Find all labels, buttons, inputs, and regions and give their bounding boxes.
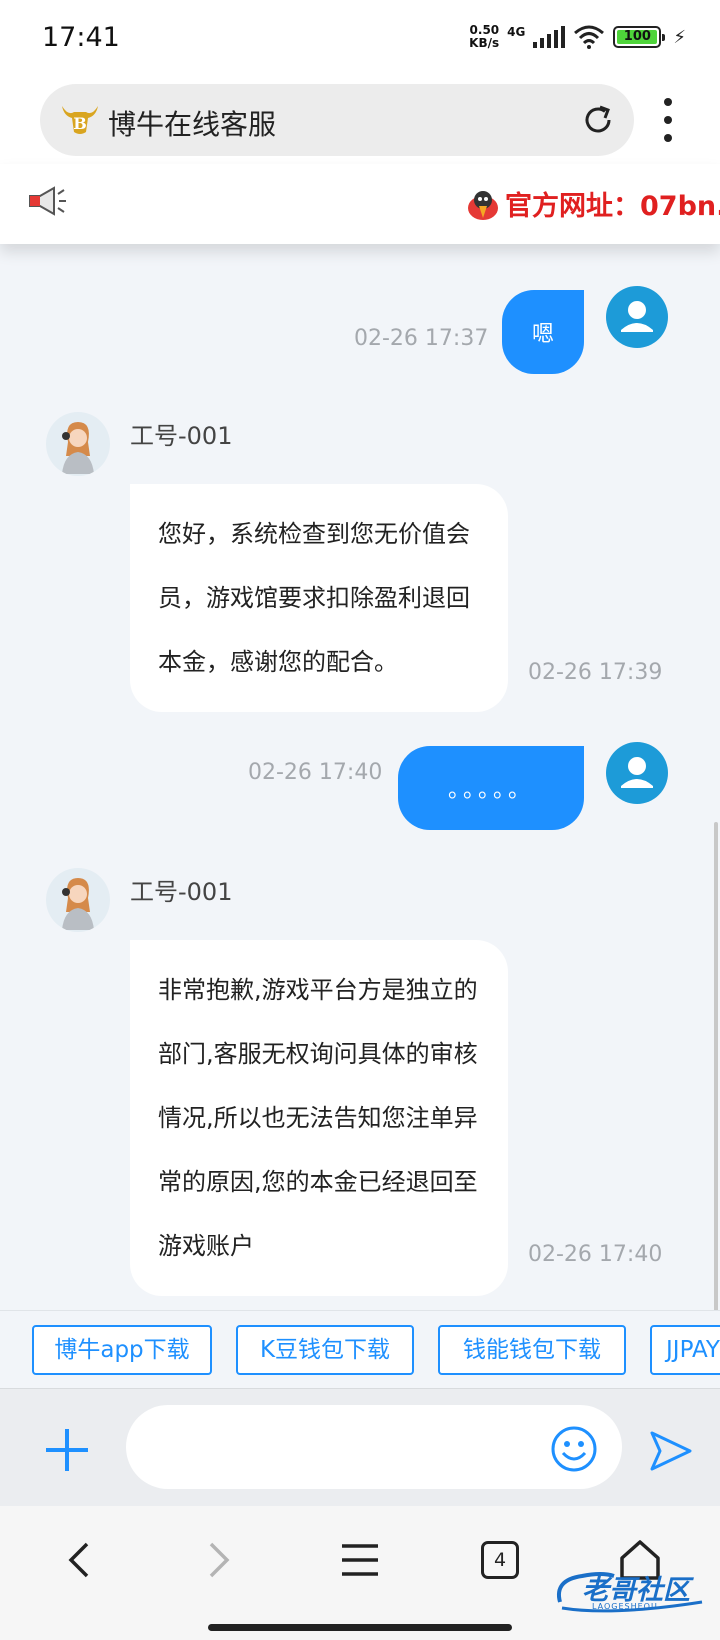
forward-button[interactable] [190,1532,246,1588]
quick-link-jjpay[interactable]: JJPAY [650,1325,720,1375]
reload-icon[interactable] [580,102,616,138]
megaphone-icon [29,186,66,216]
forward-icon [209,1542,230,1578]
battery-icon: 100 [613,26,666,48]
agent-person-icon [62,878,94,930]
message-timestamp: 02-26 17:37 [354,326,489,351]
network-type: 4G [507,25,526,39]
network-speed-unit: KB/s [469,36,500,50]
agent-person-icon [62,422,94,474]
menu-button[interactable] [332,1532,388,1588]
plus-icon[interactable] [44,1427,90,1473]
person-icon [621,301,653,332]
menu-icon[interactable] [652,98,684,142]
message-timestamp: 02-26 17:40 [248,760,383,785]
tabs-button[interactable]: 4 [472,1532,528,1588]
agent-name: 工号-001 [130,422,233,450]
status-bar: 17:41 0.50 KB/s 4G 100 ⚡ [0,0,720,78]
quick-links-bar: 博牛app下载 K豆钱包下载 钱能钱包下载 JJPAY [0,1310,720,1388]
quick-link-qn-wallet[interactable]: 钱能钱包下载 [438,1325,626,1375]
signal-icon [533,26,566,48]
user-message-bubble: 。。。。。 [398,746,584,830]
marquee-text: 官方网址：07bn. [505,191,720,222]
quick-link-kd-wallet[interactable]: K豆钱包下载 [236,1325,414,1375]
agent-avatar [46,868,110,932]
chat-area[interactable]: 嗯 02-26 17:37 工号-001 您好，系统检查到您无价值会员，游戏馆要… [0,244,720,1310]
user-avatar [606,286,668,348]
agent-avatar [46,412,110,476]
agent-message-bubble: 您好，系统检查到您无价值会员，游戏馆要求扣除盈利退回本金，感谢您的配合。 [130,484,508,712]
home-indicator[interactable] [208,1624,512,1631]
agent-name: 工号-001 [130,878,233,906]
watermark-logo: 老哥社区 LAOGESHEQU [552,1566,708,1618]
announcement-marquee: 官方网址：07bn. [0,164,720,244]
address-bar[interactable]: B 博牛在线客服 [40,84,634,156]
wifi-icon [574,25,605,49]
person-icon [621,757,653,788]
message-input[interactable] [126,1405,622,1489]
user-avatar [606,742,668,804]
status-time: 17:41 [42,22,120,53]
svg-text:B: B [73,114,87,133]
quick-link-bn-app[interactable]: 博牛app下载 [32,1325,212,1375]
user-message-bubble: 嗯 [502,290,584,374]
message-input-bar [0,1388,720,1506]
hamburger-icon [342,1544,378,1576]
scrollbar[interactable] [714,822,718,1310]
browser-nav-bar: 4 老哥社区 LAOGESHEQU [0,1506,720,1640]
message-timestamp: 02-26 17:39 [528,660,663,685]
browser-bar: B 博牛在线客服 [0,78,720,164]
back-button[interactable] [52,1532,108,1588]
emoji-icon[interactable] [550,1425,598,1473]
page-title: 博牛在线客服 [108,108,277,141]
agent-message-bubble: 非常抱歉,游戏平台方是独立的部门,客服无权询问具体的审核情况,所以也无法告知您注… [130,940,508,1296]
site-logo-icon: B [62,106,98,134]
bird-icon [468,191,498,220]
charging-icon: ⚡ [673,26,686,48]
status-icons: 0.50 KB/s 4G 100 ⚡ [469,24,686,50]
back-icon [68,1542,89,1578]
network-speed: 0.50 KB/s [469,24,499,50]
battery-level: 100 [623,29,651,44]
send-icon[interactable] [648,1429,694,1473]
tabs-icon: 4 [481,1541,519,1579]
message-timestamp: 02-26 17:40 [528,1242,663,1267]
watermark-subtext: LAOGESHEQU [592,1602,658,1611]
